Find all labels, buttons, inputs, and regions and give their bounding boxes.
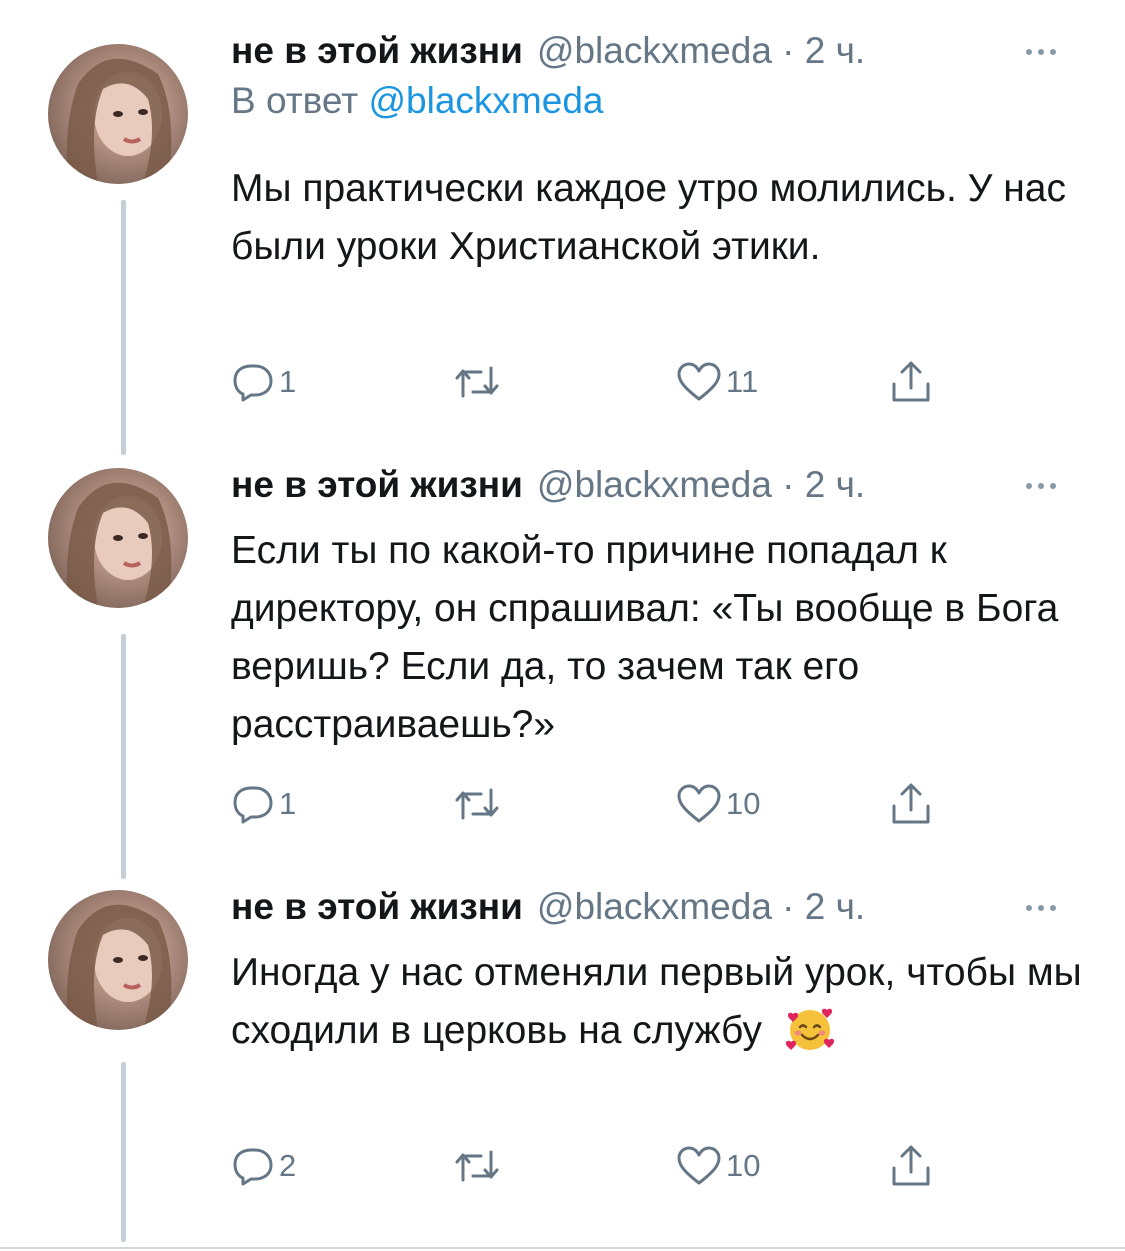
- smiling-face-with-hearts-icon: [785, 1008, 834, 1050]
- retweet-button[interactable]: [453, 782, 501, 826]
- display-name[interactable]: не в этой жизни: [231, 30, 523, 72]
- reply-button[interactable]: 1: [231, 360, 296, 404]
- share-icon: [892, 1145, 930, 1186]
- more-icon[interactable]: [1026, 898, 1076, 918]
- retweet-icon: [455, 366, 499, 398]
- divider: [0, 1247, 1125, 1249]
- share-icon: [892, 361, 930, 402]
- tweet-text: Если ты по какой-то причине попадал к ди…: [231, 529, 1059, 746]
- tweet-text-body: Иногда у нас отменяли первый урок, чтобы…: [231, 951, 1082, 1052]
- like-button[interactable]: 10: [676, 782, 760, 826]
- thread-line: [121, 634, 126, 879]
- share-button[interactable]: [889, 360, 933, 404]
- tweet-3[interactable]: не в этой жизни @blackxmeda · 2 ч. Иногд…: [0, 886, 1125, 1246]
- tweet-text: Иногда у нас отменяли первый урок, чтобы…: [231, 944, 1091, 1060]
- tweet-actions: 2 10: [231, 1144, 951, 1188]
- more-icon[interactable]: [1026, 42, 1076, 62]
- share-button[interactable]: [889, 782, 933, 826]
- retweet-icon: [455, 788, 499, 820]
- like-icon: [677, 784, 721, 823]
- reply-icon: [233, 786, 273, 824]
- reply-icon: [233, 1148, 273, 1186]
- reply-button[interactable]: 2: [231, 1144, 296, 1188]
- reply-to-mention[interactable]: @blackxmeda: [369, 80, 604, 121]
- avatar[interactable]: [48, 468, 188, 608]
- like-button[interactable]: 11: [676, 360, 758, 404]
- retweet-button[interactable]: [453, 360, 501, 404]
- tweet-text: Мы практически каждое утро молились. У н…: [231, 167, 1066, 268]
- avatar[interactable]: [48, 44, 188, 184]
- handle-and-time[interactable]: @blackxmeda · 2 ч.: [537, 464, 865, 506]
- tweet-header: не в этой жизни @blackxmeda · 2 ч.: [231, 886, 865, 946]
- tweet-1[interactable]: не в этой жизни @blackxmeda · 2 ч. В отв…: [0, 30, 1125, 455]
- reply-count: 1: [279, 364, 297, 399]
- share-button[interactable]: [889, 1144, 933, 1188]
- retweet-button[interactable]: [453, 1144, 501, 1188]
- reply-button[interactable]: 1: [231, 782, 296, 826]
- like-count: 11: [726, 364, 759, 399]
- tweet-2[interactable]: не в этой жизни @blackxmeda · 2 ч. Если …: [0, 464, 1125, 884]
- reply-to-line: В ответ @blackxmeda: [231, 80, 604, 122]
- avatar[interactable]: [48, 890, 188, 1030]
- reply-count: 2: [279, 1148, 297, 1183]
- reply-count: 1: [279, 786, 297, 821]
- tweet-actions: 1 10: [231, 782, 951, 826]
- thread-line: [121, 1062, 126, 1242]
- more-icon[interactable]: [1026, 476, 1076, 496]
- tweet-header: не в этой жизни @blackxmeda · 2 ч.: [231, 464, 865, 524]
- share-icon: [892, 783, 930, 824]
- display-name[interactable]: не в этой жизни: [231, 886, 523, 928]
- tweet-actions: 1 11: [231, 360, 951, 404]
- like-icon: [677, 362, 721, 401]
- thread-line: [121, 200, 126, 455]
- reply-to-prefix: В ответ: [231, 80, 359, 121]
- like-count: 10: [726, 786, 761, 821]
- handle-and-time[interactable]: @blackxmeda · 2 ч.: [537, 30, 865, 72]
- like-icon: [677, 1146, 721, 1185]
- like-button[interactable]: 10: [676, 1144, 760, 1188]
- like-count: 10: [726, 1148, 761, 1183]
- display-name[interactable]: не в этой жизни: [231, 464, 523, 506]
- reply-icon: [233, 364, 273, 402]
- handle-and-time[interactable]: @blackxmeda · 2 ч.: [537, 886, 865, 928]
- retweet-icon: [455, 1150, 499, 1182]
